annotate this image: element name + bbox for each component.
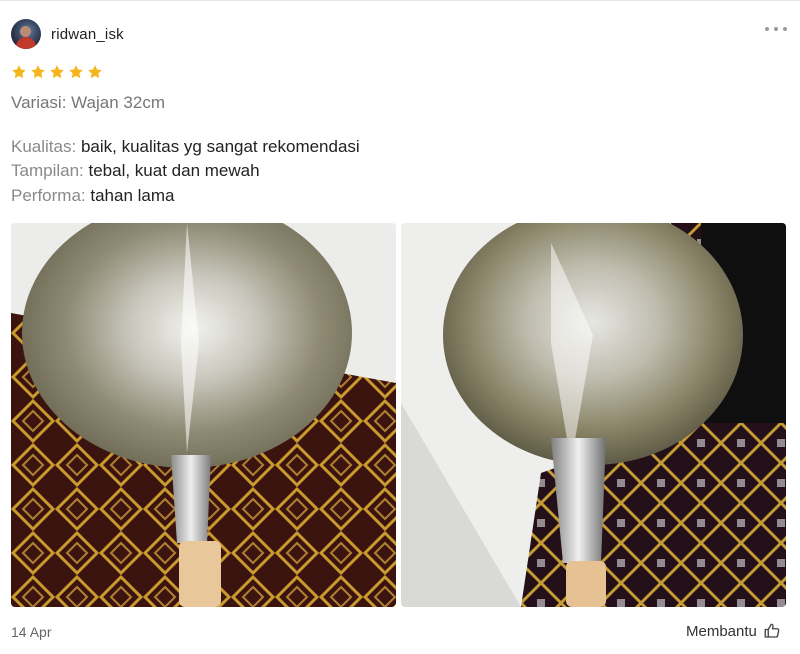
review-photo-1[interactable] (11, 223, 396, 607)
star-icon (69, 65, 83, 79)
star-icon (31, 65, 45, 79)
rating-stars (11, 64, 103, 80)
review-field-quality: Kualitas: baik, kualitas yg sangat rekom… (11, 136, 360, 158)
review-photo-2[interactable] (401, 223, 786, 607)
top-divider (0, 0, 800, 1)
review-field-appearance: Tampilan: tebal, kuat dan mewah (11, 160, 260, 182)
review-header: ridwan_isk (11, 19, 124, 49)
star-icon (88, 65, 102, 79)
username[interactable]: ridwan_isk (51, 26, 124, 43)
field-label: Kualitas: (11, 137, 77, 156)
field-label: Tampilan: (11, 161, 84, 180)
avatar[interactable] (11, 19, 41, 49)
thumbs-up-icon (764, 623, 780, 638)
helpful-button[interactable]: Membantu (686, 622, 781, 640)
more-options-icon[interactable] (765, 22, 787, 36)
field-value: tebal, kuat dan mewah (88, 161, 260, 180)
review-field-performance: Performa: tahan lama (11, 185, 175, 207)
field-value: baik, kualitas yg sangat rekomendasi (80, 137, 360, 156)
field-value: tahan lama (90, 186, 175, 205)
review-date: 14 Apr (11, 624, 52, 640)
field-label: Performa: (11, 186, 86, 205)
star-icon (12, 65, 26, 79)
star-icon (50, 65, 64, 79)
variant-text: Variasi: Wajan 32cm (11, 93, 165, 112)
helpful-label: Membantu (686, 622, 757, 640)
